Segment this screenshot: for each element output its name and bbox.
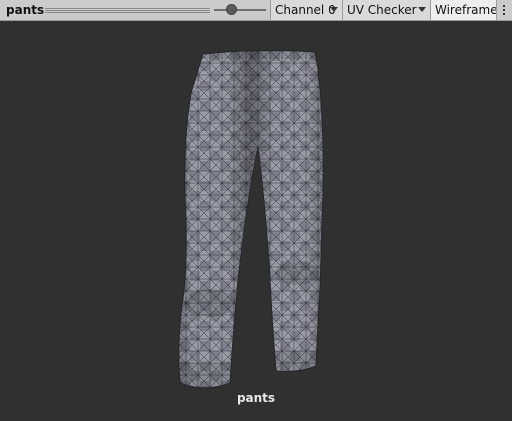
- channel-dropdown-label: Channel 0: [275, 3, 336, 17]
- chevron-down-icon: [418, 7, 426, 12]
- mesh-name-label: pants: [236, 391, 276, 405]
- wireframe-toggle-label: Wireframe: [435, 3, 498, 17]
- channel-dropdown[interactable]: Channel 0: [270, 0, 342, 20]
- drag-handle[interactable]: [45, 8, 210, 13]
- zoom-slider-thumb[interactable]: [226, 4, 237, 15]
- pants-mesh: [178, 49, 324, 389]
- pants-mesh-body: [178, 50, 324, 389]
- zoom-slider[interactable]: [214, 9, 266, 11]
- mesh-preview-viewport[interactable]: pants: [0, 21, 512, 421]
- texture-dropdown[interactable]: UV Checker: [342, 0, 430, 20]
- chevron-down-icon: [330, 7, 338, 12]
- more-options-button[interactable]: [496, 0, 512, 20]
- kebab-menu-icon: [503, 5, 505, 7]
- texture-dropdown-label: UV Checker: [347, 3, 417, 17]
- kebab-menu-icon-dot: [503, 13, 505, 15]
- preview-title: pants: [6, 3, 45, 17]
- wireframe-toggle[interactable]: Wireframe: [430, 0, 498, 20]
- preview-toolbar: pants Channel 0 UV Checker Wireframe: [0, 0, 512, 21]
- kebab-menu-icon-dot: [503, 9, 505, 11]
